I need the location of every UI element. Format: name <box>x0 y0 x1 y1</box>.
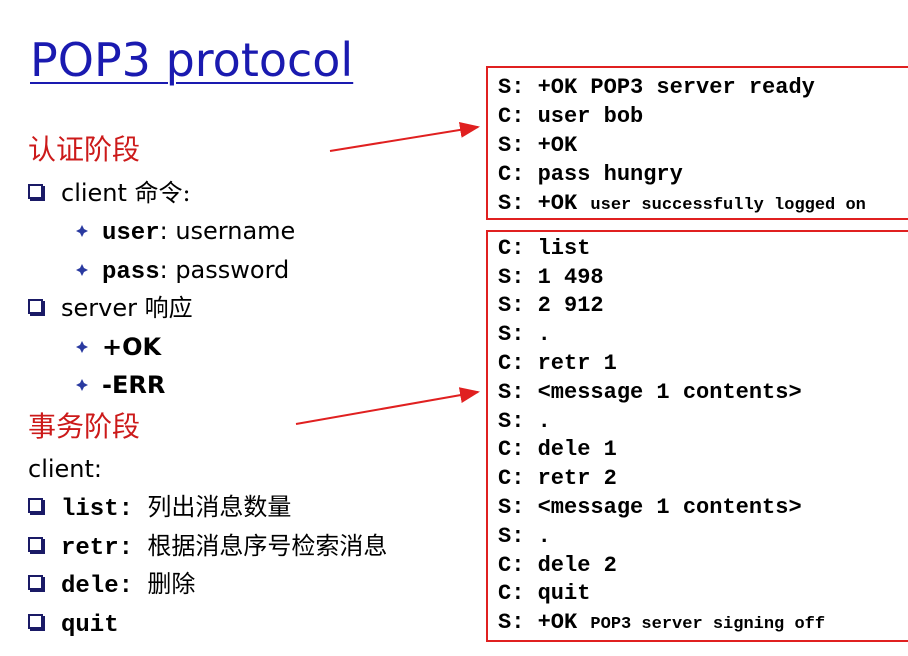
pointer-arrows <box>295 121 480 425</box>
transaction-arrow <box>295 387 480 425</box>
auth-arrow <box>329 121 480 152</box>
